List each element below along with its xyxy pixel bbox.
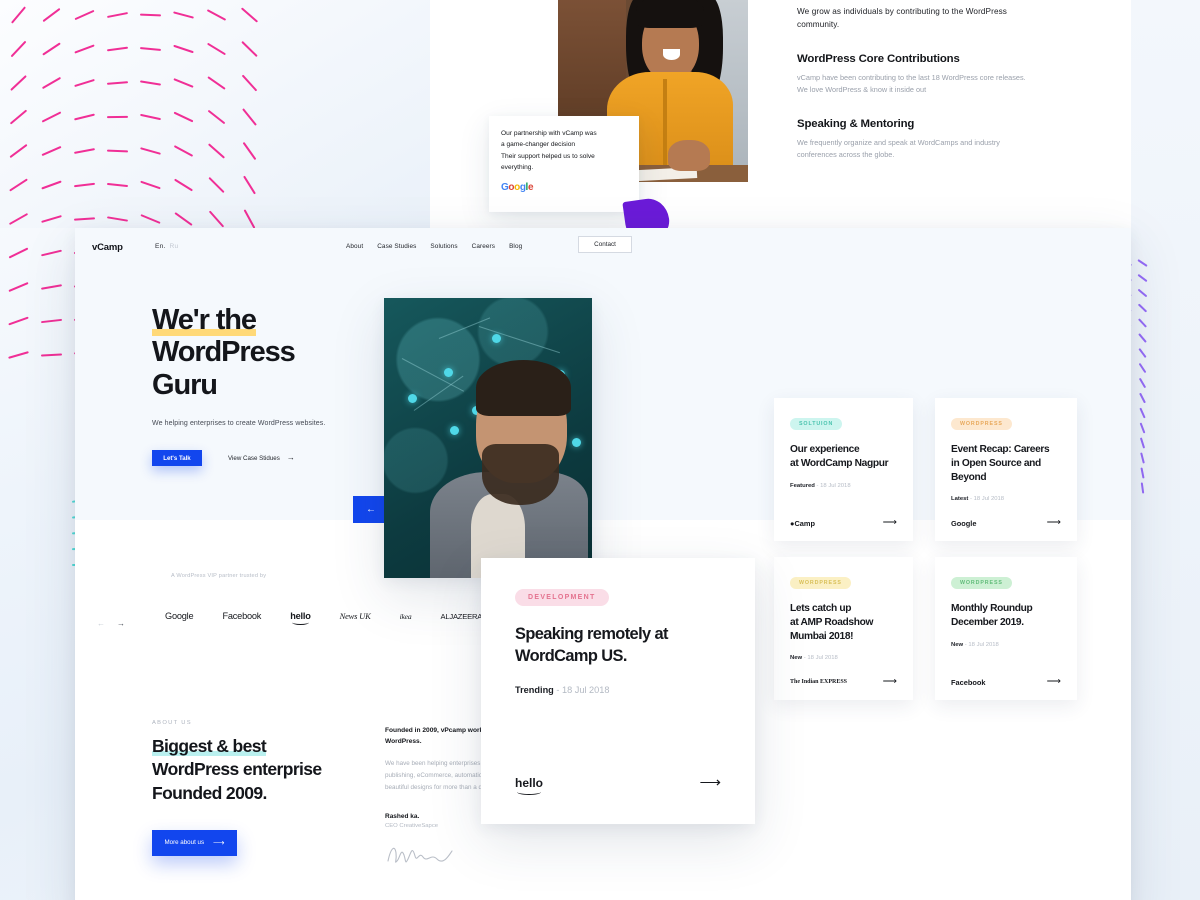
contribution-body: We frequently organize and speak at Word… — [797, 138, 1000, 159]
contribution-block: Speaking & Mentoring We frequently organ… — [797, 118, 1037, 161]
nav-item-blog[interactable]: Blog — [509, 243, 522, 250]
article-title: Our experience at WordCamp Nagpur — [790, 444, 889, 469]
article-footer: Google ⟶ — [951, 518, 1061, 528]
lets-talk-button[interactable]: Let's Talk — [152, 450, 202, 467]
article-brand: Google — [951, 518, 977, 528]
arrow-right-icon[interactable]: ⟶ — [699, 775, 721, 790]
dash-mark — [8, 351, 29, 359]
logo-next-icon[interactable]: → — [117, 619, 125, 628]
arrow-right-icon[interactable]: ⟶ — [1047, 518, 1061, 528]
trusted-by-label: A WordPress VIP partner trusted by — [171, 573, 267, 579]
article-title: Lets catch up at AMP Roadshow Mumbai 201… — [790, 603, 874, 642]
dash-mark — [40, 318, 63, 324]
dash-mark — [8, 282, 29, 292]
site-logo[interactable]: vCamp — [92, 242, 123, 253]
quote-line: Their support helped us to solve — [501, 152, 595, 160]
feature-chip: DEVELOPMENT — [515, 589, 609, 606]
article-card[interactable]: WORDPRESS Monthly Roundup December 2019.… — [935, 557, 1077, 700]
arrow-right-icon: ⟶ — [213, 837, 225, 847]
screenshot-canvas: We grow as individuals by contributing t… — [0, 0, 1200, 900]
background-right-gutter — [1131, 0, 1200, 900]
arrow-right-icon: → — [286, 453, 295, 463]
contributions-lede: We grow as individuals by contributing t… — [797, 7, 1007, 29]
article-footer: The Indian EXPRESS ⟶ — [790, 677, 897, 687]
article-chip: SOLTUION — [790, 418, 843, 430]
article-brand: Facebook — [951, 677, 986, 687]
nav-links: About Case Studies Solutions Careers Blog — [346, 243, 522, 250]
logo-aljazeera: ALJAZEERA — [440, 611, 483, 621]
site-navbar: vCamp En. Ru About Case Studies Solutions Ca… — [75, 228, 1131, 270]
google-logo: Google — [501, 182, 534, 194]
hello-brand-logo: hello — [515, 776, 543, 795]
feature-article-card[interactable]: DEVELOPMENT Speaking remotely at WordCam… — [481, 558, 755, 824]
contributions-section: We grow as individuals by contributing t… — [797, 6, 1037, 161]
quote-line: Our partnership with vCamp was — [501, 130, 597, 137]
quote-line: a game-changer decision — [501, 141, 576, 149]
logo-facebook: Facebook — [222, 611, 262, 621]
arrow-right-icon[interactable]: ⟶ — [1047, 677, 1061, 687]
dash-mark — [8, 316, 29, 326]
article-card[interactable]: WORDPRESS Event Recap: Careers in Open S… — [935, 398, 1077, 541]
view-case-studies-link[interactable]: View Case Stidues → — [228, 454, 295, 462]
contact-button[interactable]: Contact — [578, 236, 632, 253]
dash-mark — [40, 284, 63, 290]
hero-heading-line1: We'r the — [152, 304, 257, 336]
nav-item-about[interactable]: About — [346, 243, 363, 250]
nav-item-case-studies[interactable]: Case Studies — [377, 243, 416, 250]
testimonial-quote: Our partnership with vCamp was a game-ch… — [501, 128, 627, 173]
article-title: Monthly Roundup December 2019. — [951, 603, 1033, 628]
language-switcher[interactable]: En. Ru — [155, 243, 178, 250]
logo-prev-icon[interactable]: ← — [97, 619, 105, 628]
article-meta: Featured - 18 Jul 2018 — [790, 482, 851, 489]
article-footer: Facebook ⟶ — [951, 677, 1061, 687]
quote-line: everything. — [501, 163, 534, 171]
logo-hello: hello — [290, 611, 311, 625]
article-brand: The Indian EXPRESS — [790, 679, 848, 685]
nav-item-solutions[interactable]: Solutions — [430, 243, 457, 250]
article-card[interactable]: SOLTUION Our experience at WordCamp Nagp… — [774, 398, 913, 541]
contribution-body: vCamp have been contributing to the last… — [797, 73, 1026, 95]
photo-man-smiling — [384, 298, 592, 578]
logo-carousel-controls: ← → — [97, 619, 125, 628]
feature-title: Speaking remotely at WordCamp US. — [515, 625, 668, 665]
feature-footer: hello ⟶ — [515, 775, 721, 795]
arrow-right-icon[interactable]: ⟶ — [883, 677, 897, 687]
arrow-right-icon[interactable]: ⟶ — [883, 518, 897, 528]
article-card[interactable]: WORDPRESS Lets catch up at AMP Roadshow … — [774, 557, 913, 700]
view-case-studies-label: View Case Stidues — [228, 454, 280, 462]
feature-meta: Trending - 18 Jul 2018 — [515, 685, 610, 696]
article-chip: WORDPRESS — [951, 418, 1012, 430]
logo-google: Google — [165, 611, 194, 621]
article-footer: ●Camp ⟶ — [790, 518, 897, 528]
contribution-title: WordPress Core Contributions — [797, 53, 960, 66]
dash-mark — [41, 249, 62, 257]
testimonial-card: Our partnership with vCamp was a game-ch… — [489, 116, 639, 212]
article-chip: WORDPRESS — [951, 577, 1012, 589]
article-meta: New - 18 Jul 2018 — [790, 655, 838, 662]
more-about-us-button[interactable]: More about us ⟶ — [152, 829, 237, 856]
dash-mark — [8, 247, 29, 259]
more-about-label: More about us — [164, 839, 205, 847]
logo-news-uk: News UK — [339, 611, 371, 621]
background-top-left — [0, 0, 430, 228]
about-heading-line1: Biggest & best — [152, 736, 267, 756]
signature-graphic — [387, 848, 453, 864]
article-brand: ●Camp — [790, 518, 816, 528]
contribution-block: WordPress Core Contributions vCamp have … — [797, 53, 1037, 96]
article-chip: WORDPRESS — [790, 577, 851, 589]
article-title: Event Recap: Careers in Open Source and … — [951, 444, 1050, 483]
lang-en[interactable]: En. — [155, 243, 166, 250]
nav-item-careers[interactable]: Careers — [472, 243, 495, 250]
dash-mark — [40, 353, 63, 357]
lang-ru[interactable]: Ru — [170, 243, 179, 250]
contribution-title: Speaking & Mentoring — [797, 118, 915, 131]
client-logos: Google Facebook hello News UK ikea ALJAZ… — [165, 611, 483, 625]
article-meta: Latest - 18 Jul 2018 — [951, 496, 1005, 503]
about-author-role: CEO CreativeSapce — [385, 823, 439, 830]
article-meta: New - 18 Jul 2018 — [951, 641, 999, 648]
logo-ikea: ikea — [399, 611, 412, 621]
